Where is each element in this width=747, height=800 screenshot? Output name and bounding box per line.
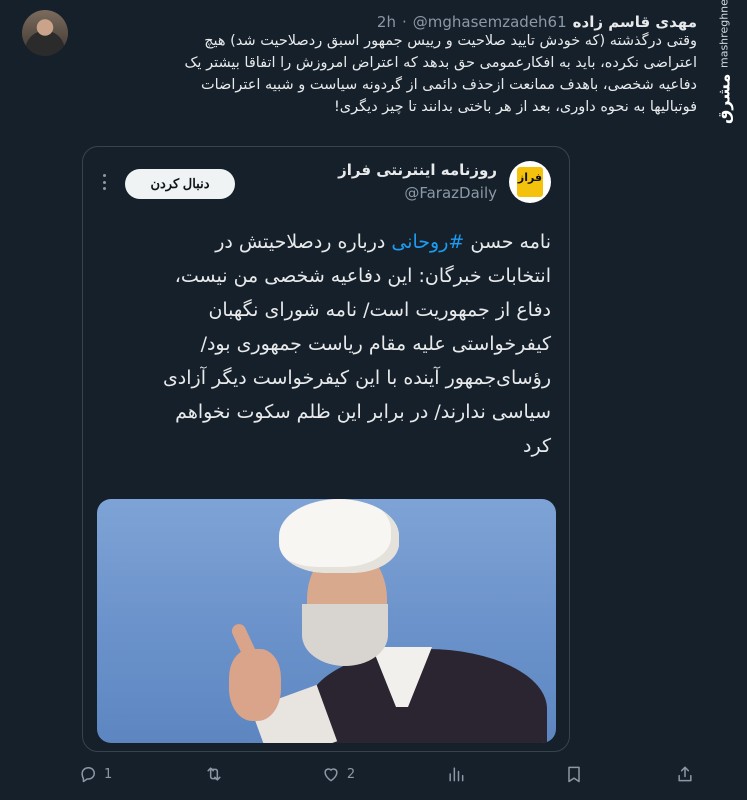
tweet-time[interactable]: 2h bbox=[377, 13, 396, 31]
like-button[interactable]: 2 bbox=[321, 764, 355, 784]
bookmark-icon bbox=[567, 766, 580, 783]
tweet-actions: 1 2 bbox=[78, 762, 695, 786]
quoted-text-line: رؤسای‌جمهور آینده با این کیفرخواست دیگر … bbox=[162, 367, 551, 389]
quoted-tweet-photo[interactable] bbox=[97, 499, 556, 743]
reply-count: 1 bbox=[104, 766, 113, 782]
watermark-logo: مشرق bbox=[714, 73, 734, 124]
hashtag-link[interactable]: #روحانی bbox=[391, 231, 464, 253]
quoted-author-name[interactable]: روزنامه اینترنتی فراز bbox=[338, 161, 497, 179]
share-icon bbox=[678, 766, 692, 782]
tweet: مهدی قاسم زاده @mghasemzadeh61 · 2h وقتی… bbox=[0, 0, 747, 800]
tweet-text: وقتی درگذشته (که خودش تایید صلاحیت و ریی… bbox=[64, 30, 697, 118]
like-count: 2 bbox=[346, 766, 356, 782]
views-button[interactable] bbox=[446, 764, 472, 784]
views-chart-icon bbox=[449, 767, 464, 782]
tweet-text-line: اعتراضی نکرده، باید به افکارعمومی حق بده… bbox=[184, 55, 697, 71]
heart-icon bbox=[324, 768, 338, 782]
author-handle[interactable]: @mghasemzadeh61 bbox=[413, 13, 567, 31]
more-options-icon[interactable] bbox=[97, 171, 111, 193]
quoted-text-line: نامه حسن #روحانی درباره ردصلاحیتش در bbox=[103, 225, 551, 259]
reply-icon bbox=[81, 767, 95, 783]
quoted-text-line: کرد bbox=[523, 435, 551, 457]
quoted-author-handle[interactable]: @FarazDaily bbox=[404, 184, 497, 202]
reply-button[interactable]: 1 bbox=[78, 764, 112, 784]
quoted-text-after-hashtag: درباره ردصلاحیتش در bbox=[215, 231, 392, 253]
quoted-text-line: انتخابات خبرگان: این دفاعیه شخصی من نیست… bbox=[174, 265, 551, 287]
quoted-text-line: دفاع از جمهوریت است/ نامه شورای نگهبان bbox=[208, 299, 551, 321]
quoted-tweet-card[interactable]: فراز روزنامه اینترنتی فراز @FarazDaily د… bbox=[82, 146, 570, 752]
follow-button[interactable]: دنبال کردن bbox=[125, 169, 235, 199]
retweet-icon bbox=[206, 767, 221, 781]
share-button[interactable] bbox=[675, 764, 695, 784]
quoted-text-before-hashtag: نامه حسن bbox=[464, 231, 551, 253]
tweet-text-line: دفاعیه شخصی، باهدف ممانعت ازحذف دائمی از… bbox=[200, 77, 697, 93]
author-name[interactable]: مهدی قاسم زاده bbox=[573, 13, 697, 31]
tweet-text-line: وقتی درگذشته (که خودش تایید صلاحیت و ریی… bbox=[204, 33, 697, 49]
quoted-text-line: کیفرخواستی علیه مقام ریاست جمهوری بود/ bbox=[200, 333, 551, 355]
quoted-text-line: سیاسی ندارند/ در برابر این ظلم سکوت نخوا… bbox=[175, 401, 551, 423]
bookmark-button[interactable] bbox=[564, 764, 584, 784]
tweet-text-line: فوتبالیها به نحوه داوری، بعد از هر باختی… bbox=[333, 99, 697, 115]
author-avatar[interactable] bbox=[22, 10, 68, 56]
separator-dot: · bbox=[401, 13, 407, 31]
quoted-avatar-logo-text: فراز bbox=[517, 171, 543, 184]
watermark-url: mashreghnews.ir bbox=[717, 0, 731, 68]
quoted-author-avatar[interactable]: فراز bbox=[509, 161, 551, 203]
watermark: مشرق mashreghnews.ir bbox=[709, 0, 739, 124]
retweet-button[interactable] bbox=[204, 764, 230, 784]
quoted-tweet-text: نامه حسن #روحانی درباره ردصلاحیتش در انت… bbox=[103, 225, 551, 463]
